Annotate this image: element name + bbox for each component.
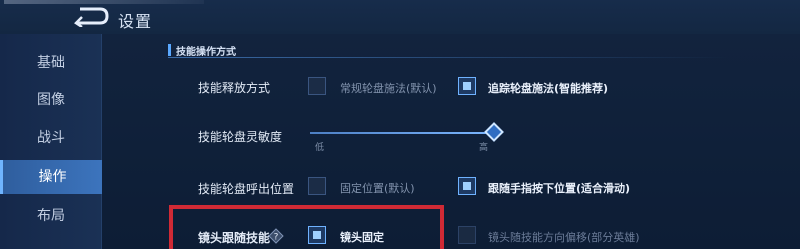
back-arrow-icon (74, 7, 109, 29)
status-bar-remnant (4, 0, 204, 4)
sidebar: 基础 图像 战斗 操作 布局 (0, 34, 102, 249)
section-title: 技能操作方式 (176, 47, 236, 58)
camera-offset-label[interactable]: 镜头随技能方向偏移(部分英雄) (488, 229, 640, 245)
wheel-position-fixed-checkbox[interactable] (308, 177, 326, 195)
sensitivity-slider-thumb[interactable] (484, 122, 504, 142)
sensitivity-label: 技能轮盘灵敏度 (198, 130, 283, 144)
sidebar-item-graphics[interactable]: 图像 (0, 83, 102, 117)
wheel-position-label: 技能轮盘呼出位置 (198, 182, 295, 196)
sensitivity-slider-track[interactable] (310, 132, 494, 134)
back-button[interactable] (72, 5, 110, 29)
sensitivity-high-label: 高 (479, 143, 489, 153)
camera-offset-checkbox[interactable] (458, 226, 476, 244)
section-header: 技能操作方式 (168, 42, 728, 58)
annotation-highlight-box (169, 205, 444, 249)
sidebar-item-controls[interactable]: 操作 (0, 160, 102, 194)
wheel-position-fixed-label[interactable]: 固定位置(默认) (340, 180, 415, 196)
settings-content: 技能操作方式 技能释放方式 常规轮盘施法(默认) 追踪轮盘施法(智能推荐) 技能… (102, 34, 800, 249)
cast-mode-normal-checkbox[interactable] (308, 77, 326, 95)
page-title: 设置 (118, 12, 153, 31)
cast-mode-label: 技能释放方式 (198, 81, 271, 95)
section-divider (168, 57, 728, 58)
sidebar-item-layout[interactable]: 布局 (0, 199, 102, 233)
cast-mode-normal-label[interactable]: 常规轮盘施法(默认) (340, 80, 437, 96)
wheel-position-follow-label[interactable]: 跟随手指按下位置(适合滑动) (488, 180, 630, 196)
cast-mode-tracking-checkbox[interactable] (458, 77, 476, 95)
section-accent-bar (168, 44, 171, 56)
sensitivity-low-label: 低 (315, 143, 325, 153)
top-bar: 设置 (0, 0, 800, 34)
cast-mode-tracking-label[interactable]: 追踪轮盘施法(智能推荐) (488, 80, 608, 96)
sidebar-item-basic[interactable]: 基础 (0, 46, 102, 80)
wheel-position-follow-checkbox[interactable] (458, 177, 476, 195)
sidebar-item-combat[interactable]: 战斗 (0, 121, 102, 155)
